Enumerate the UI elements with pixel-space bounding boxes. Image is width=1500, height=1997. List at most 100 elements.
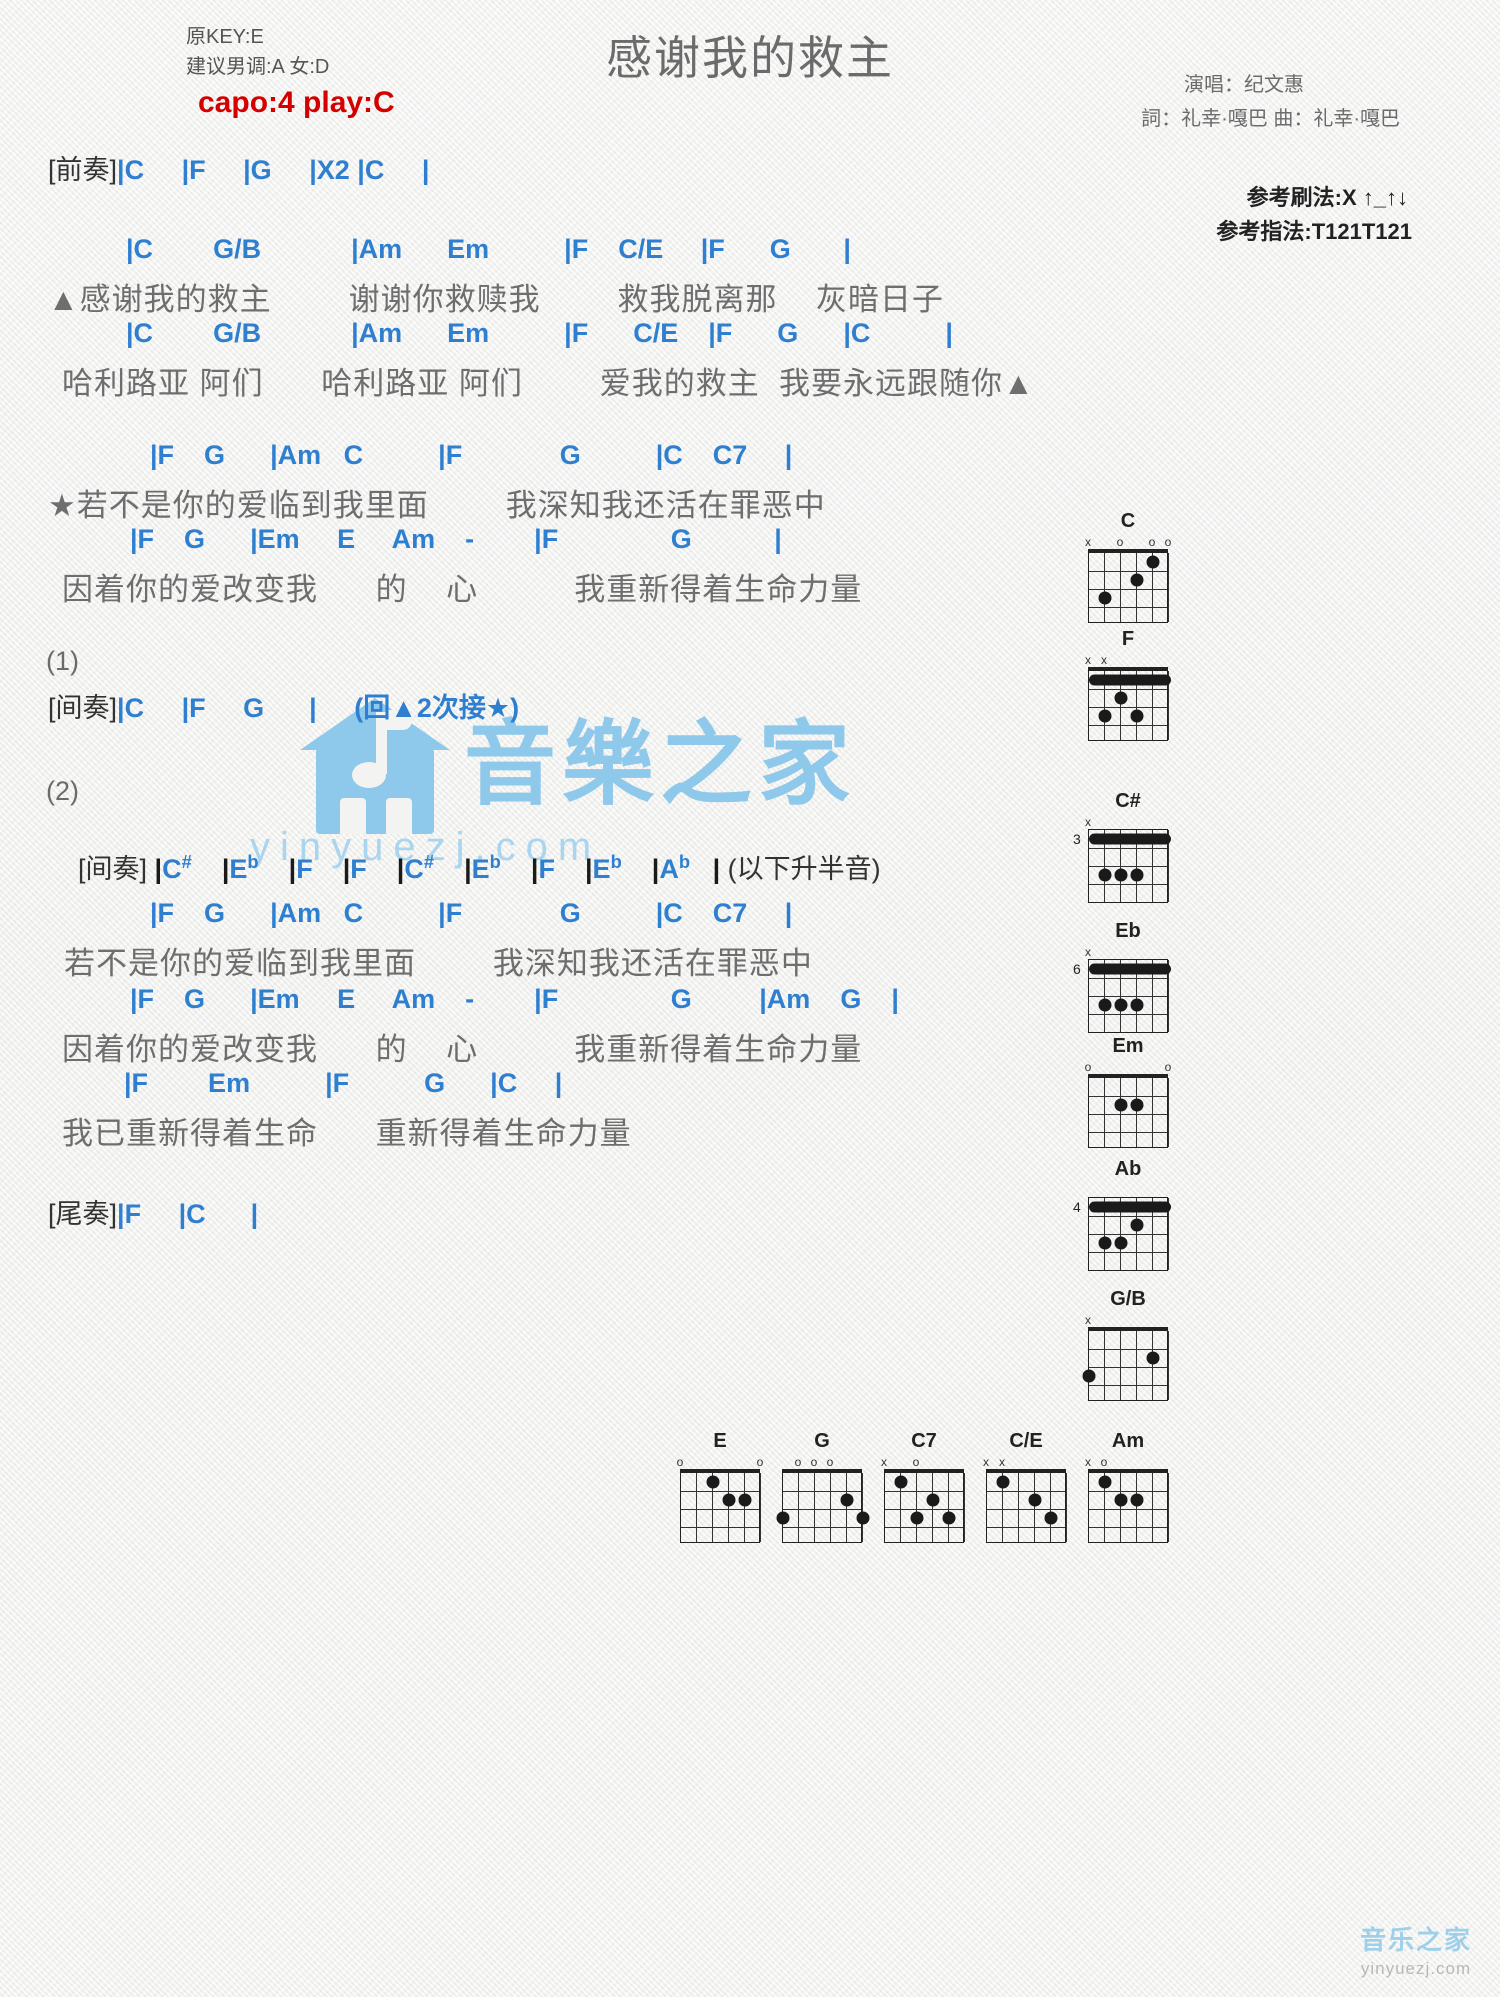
open-string-markers: xx	[983, 1456, 1069, 1469]
chord-symbol: Ab	[659, 851, 691, 884]
chord-diagram-c: Cxooo	[1080, 510, 1176, 623]
writer-credit: 詞：礼幸·嘎巴 曲：礼幸·嘎巴	[1141, 108, 1400, 130]
chord-spacer	[690, 854, 705, 884]
bar-separator: |	[327, 854, 351, 884]
chord-diagram-em: Em o o	[1080, 1035, 1176, 1148]
chord-diagram-label: C/E	[1009, 1430, 1043, 1452]
finger-dot	[996, 1475, 1010, 1489]
verse1-chords: |C G/B |Am Em |F C/E |F G |	[126, 234, 851, 264]
finger-dot	[1082, 1369, 1096, 1383]
finger-dot	[1146, 555, 1160, 569]
bar-separator: |	[515, 854, 539, 884]
chorus5-lyrics: 我已重新得着生命 重新得着生命力量	[62, 1116, 632, 1151]
finger-dot	[1130, 1218, 1144, 1232]
finger-dot	[1114, 1236, 1128, 1250]
accidental-sharp: #	[423, 851, 435, 872]
verse1-lyrics: ▲感谢我的救主 谢谢你救赎我 救我脱离那 灰暗日子	[48, 282, 944, 317]
open-string-marker: o	[810, 1455, 818, 1469]
finger-dot	[1130, 1098, 1144, 1112]
open-string-markers: x	[1085, 816, 1171, 829]
fretboard-grid: 4	[1073, 1197, 1171, 1271]
interlude1-line: [间奏]|C |F G | (回▲2次接★)	[48, 686, 519, 725]
chorus3-chords: |F G |Am C |F G |C C7 |	[150, 898, 793, 928]
chord-diagram-label: E	[713, 1430, 727, 1452]
corner-url: yinyuezj.com	[1360, 1959, 1472, 1978]
finger-dot	[1114, 1098, 1128, 1112]
fretboard-grid	[776, 1469, 870, 1543]
chord-symbol: Eb	[592, 851, 622, 884]
finger-dot	[1114, 691, 1128, 705]
interlude2-chords: |C# |Eb |F |F |C# |Eb |F |Eb |Ab |	[147, 851, 728, 884]
muted-string-marker: x	[1101, 653, 1107, 667]
accidental-flat: b	[610, 851, 622, 872]
accidental-flat: b	[489, 851, 501, 872]
muted-string-marker: x	[1085, 1313, 1091, 1327]
bar-separator: |	[273, 854, 297, 884]
chord-spacer	[555, 854, 570, 884]
finger-dot	[1130, 573, 1144, 587]
chord-symbol: C#	[404, 851, 435, 884]
barre-bar	[1089, 674, 1171, 686]
muted-string-marker: x	[999, 1455, 1005, 1469]
verse2-lyrics: 哈利路亚 阿们 哈利路亚 阿们 爱我的救主 我要永远跟随你▲	[62, 366, 1035, 401]
chord-spacer	[622, 854, 637, 884]
bar-separator: |	[636, 854, 660, 884]
open-string-marker: o	[1164, 1060, 1172, 1074]
bar-separator: |	[705, 854, 728, 884]
barre-bar	[1089, 1201, 1171, 1213]
barre-bar	[1089, 833, 1171, 845]
finger-dot	[926, 1493, 940, 1507]
chord-diagram-label: G	[814, 1430, 830, 1452]
open-string-markers: xooo	[1085, 536, 1171, 549]
chord-spacer	[313, 854, 328, 884]
fretboard-grid: 3	[1073, 829, 1171, 903]
chord-symbol: C#	[162, 851, 192, 884]
finger-dot	[738, 1493, 752, 1507]
finger-dot	[1114, 998, 1128, 1012]
chord-diagram-label: Ab	[1114, 1158, 1142, 1180]
chorus2-lyrics: 因着你的爱改变我 的 心 我重新得着生命力量	[62, 572, 863, 607]
finger-dot	[1044, 1511, 1058, 1525]
chord-diagram-label: Em	[1112, 1035, 1144, 1057]
finger-dot	[1130, 1493, 1144, 1507]
finger-dot	[1098, 709, 1112, 723]
muted-string-marker: x	[1085, 815, 1091, 829]
open-string-markers: ooo	[779, 1456, 865, 1469]
chord-symbol: F	[350, 854, 367, 884]
strumming-reference: 参考刷法:X ↑_↑↓	[1246, 185, 1408, 210]
ending-number-2: (2)	[46, 776, 79, 806]
fretboard-grid	[1088, 1469, 1169, 1543]
chord-spacer	[434, 854, 449, 884]
accidental-flat: b	[678, 851, 691, 872]
fret-position-number: 4	[1073, 1199, 1081, 1215]
finger-dot	[1130, 709, 1144, 723]
chord-diagram-am: Am x o	[1080, 1430, 1176, 1543]
open-string-marker: o	[826, 1455, 834, 1469]
muted-string-marker: x	[1085, 945, 1091, 959]
bar-separator: |	[147, 854, 163, 884]
chord-diagram-f: Fxx	[1080, 628, 1176, 741]
chord-spacer	[367, 854, 382, 884]
finger-dot	[1146, 1351, 1160, 1365]
open-string-marker: o	[1116, 535, 1124, 549]
outro-tag: [尾奏]	[48, 1199, 118, 1229]
finger-dot	[706, 1475, 720, 1489]
muted-string-marker: x	[881, 1455, 887, 1469]
chord-diagram-ab: Ab 4	[1073, 1158, 1176, 1271]
fretboard-grid	[1088, 1074, 1169, 1148]
finger-dot	[776, 1511, 790, 1525]
finger-dot	[1098, 591, 1112, 605]
corner-brand: 音乐之家	[1359, 1925, 1472, 1955]
accidental-flat: b	[247, 851, 259, 872]
muted-string-marker: x	[1085, 535, 1091, 549]
chord-diagram-c: C# x 3	[1073, 790, 1176, 903]
chord-diagram-label: C7	[911, 1430, 937, 1452]
chorus3-lyrics: 若不是你的爱临到我里面 我深知我还活在罪恶中	[64, 946, 813, 981]
chord-diagram-e: Eoo	[672, 1430, 768, 1543]
corner-watermark: 音乐之家 yinyuezj.com	[1360, 1920, 1472, 1979]
open-string-markers: oo	[677, 1456, 764, 1469]
singer-credit: 演唱：纪文惠	[1184, 74, 1304, 96]
intro-line: [前奏]|C |F |G |X2 |C |	[48, 148, 429, 187]
interlude2-tag: [间奏]	[78, 854, 148, 884]
finger-dot	[1098, 1236, 1112, 1250]
